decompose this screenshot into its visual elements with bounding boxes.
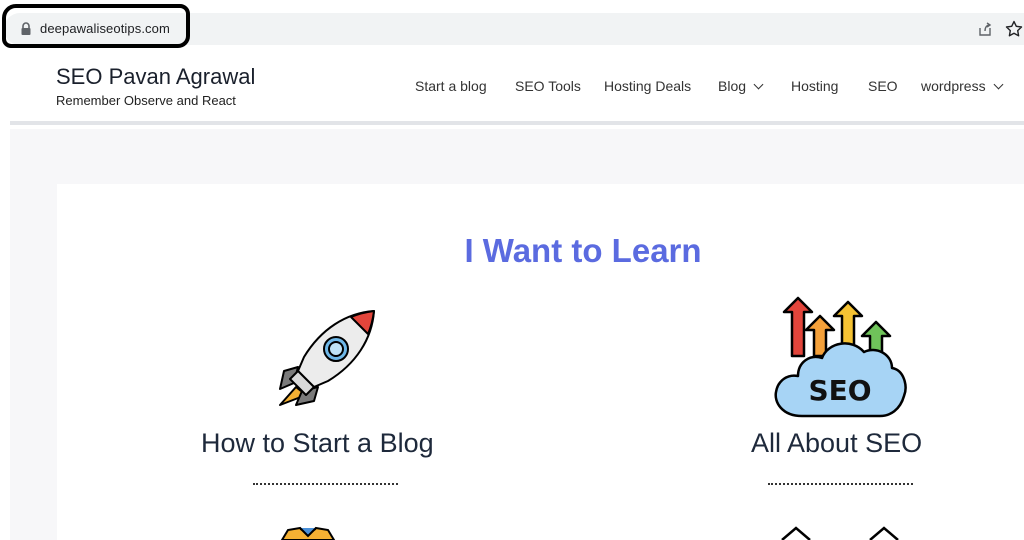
svg-text:SEO: SEO <box>808 374 871 407</box>
nav-item-seo-tools[interactable]: SEO Tools <box>515 78 581 94</box>
browser-address-bar: deepawaliseotips.com <box>0 0 1024 48</box>
main-nav: Start a blog SEO Tools Hosting Deals Blo… <box>10 78 1024 98</box>
hand-drawn-highlight <box>2 4 190 48</box>
share-icon[interactable] <box>977 21 993 37</box>
card-title-start-blog[interactable]: How to Start a Blog <box>201 428 434 459</box>
chevron-down-icon <box>993 79 1004 90</box>
chevron-down-icon <box>753 79 764 90</box>
seo-cloud-icon[interactable]: SEO <box>772 296 908 420</box>
nav-item-hosting[interactable]: Hosting <box>791 78 838 94</box>
divider <box>768 483 913 485</box>
rocket-icon[interactable] <box>276 309 376 409</box>
nav-item-wordpress[interactable]: wordpress <box>921 78 1004 94</box>
nav-item-seo[interactable]: SEO <box>868 78 898 94</box>
nav-item-blog[interactable]: Blog <box>718 78 764 94</box>
mountain-icon[interactable] <box>778 526 904 540</box>
section-heading: I Want to Learn <box>464 232 702 269</box>
nav-item-start-a-blog[interactable]: Start a blog <box>415 78 487 94</box>
divider <box>253 483 398 485</box>
site-header: SEO Pavan Agrawal Remember Observe and R… <box>10 48 1024 125</box>
nav-item-hosting-deals[interactable]: Hosting Deals <box>604 78 691 94</box>
shirt-icon[interactable] <box>280 526 336 540</box>
star-icon[interactable] <box>1004 19 1024 39</box>
card-title-seo[interactable]: All About SEO <box>751 428 922 459</box>
